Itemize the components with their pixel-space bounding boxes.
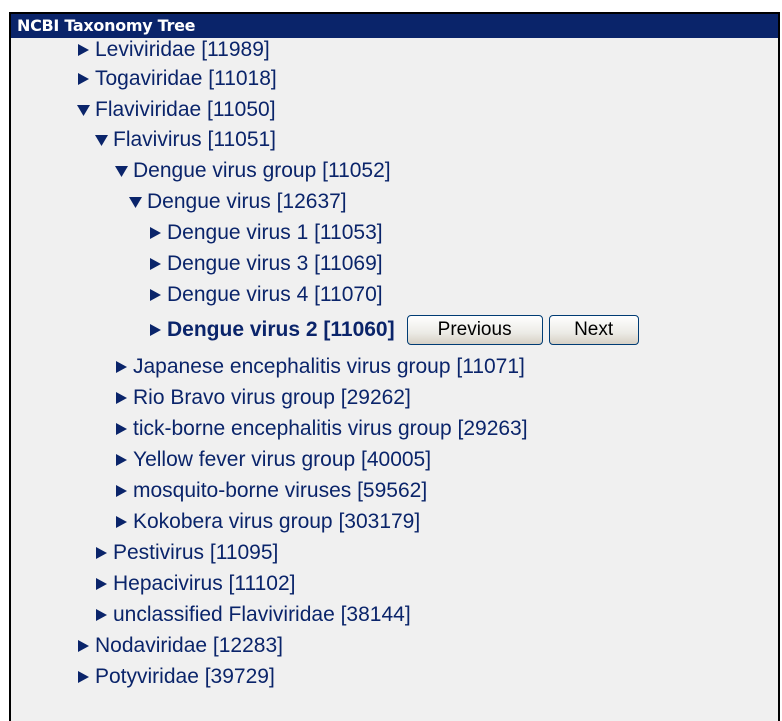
tree-node-potyviridae[interactable]: Potyviridae [39729] [77,661,275,693]
tree-node-leviviridae[interactable]: Leviviridae [11989] [77,34,270,66]
expanded-arrow-icon[interactable] [115,164,128,178]
tree-node-label[interactable]: Japanese encephalitis virus group [11071… [133,351,525,383]
collapsed-arrow-icon[interactable] [77,639,90,653]
tree-node-label[interactable]: Pestivirus [11095] [113,537,278,569]
tree-node-label[interactable]: Togaviridae [11018] [95,63,277,95]
tree-node-japanese-encephalitis-virus-group[interactable]: Japanese encephalitis virus group [11071… [115,351,525,383]
collapsed-arrow-icon[interactable] [149,226,162,240]
tree-node-label[interactable]: Nodaviridae [12283] [95,630,283,662]
collapsed-arrow-icon[interactable] [115,391,128,405]
panel-title-bar: NCBI Taxonomy Tree [11,14,778,38]
tree-node-label[interactable]: Dengue virus group [11052] [133,155,391,187]
collapsed-arrow-icon[interactable] [115,484,128,498]
tree-node-label[interactable]: unclassified Flaviviridae [38144] [113,599,411,631]
tree-node-label[interactable]: Dengue virus 1 [11053] [167,217,383,249]
tree-node-label[interactable]: Leviviridae [11989] [95,34,270,66]
collapsed-arrow-icon[interactable] [77,43,90,57]
tree-node-label[interactable]: Flavivirus [11051] [113,124,276,156]
expanded-arrow-icon[interactable] [77,103,90,117]
taxonomy-tree: Leviviridae [11989] Togaviridae [11018] … [11,14,778,721]
tree-node-togaviridae[interactable]: Togaviridae [11018] [77,63,277,95]
tree-node-label[interactable]: Dengue virus [12637] [147,186,347,218]
expanded-arrow-icon[interactable] [95,133,108,147]
tree-node-label[interactable]: Flaviviridae [11050] [95,94,276,126]
collapsed-arrow-icon[interactable] [77,72,90,86]
collapsed-arrow-icon[interactable] [149,288,162,302]
taxonomy-tree-panel: Leviviridae [11989] Togaviridae [11018] … [9,12,780,721]
tree-node-label[interactable]: Dengue virus 4 [11070] [167,279,383,311]
collapsed-arrow-icon[interactable] [95,608,108,622]
tree-node-label[interactable]: Rio Bravo virus group [29262] [133,382,411,414]
tree-node-kokobera-virus-group[interactable]: Kokobera virus group [303179] [115,506,420,538]
next-button[interactable]: Next [548,315,639,345]
collapsed-arrow-icon[interactable] [115,422,128,436]
tree-node-dengue-virus-group[interactable]: Dengue virus group [11052] [115,155,391,187]
tree-node-dengue-virus-3[interactable]: Dengue virus 3 [11069] [149,248,383,280]
expanded-arrow-icon[interactable] [129,195,142,209]
collapsed-arrow-icon[interactable] [95,577,108,591]
tree-node-rio-bravo-virus-group[interactable]: Rio Bravo virus group [29262] [115,382,411,414]
previous-button[interactable]: Previous [406,315,543,345]
tree-node-dengue-virus-2-current[interactable]: Dengue virus 2 [11060] Previous Next [149,314,639,346]
tree-node-dengue-virus-4[interactable]: Dengue virus 4 [11070] [149,279,383,311]
tree-node-label[interactable]: tick-borne encephalitis virus group [292… [133,413,528,445]
tree-node-dengue-virus[interactable]: Dengue virus [12637] [129,186,347,218]
collapsed-arrow-icon[interactable] [77,670,90,684]
tree-node-label[interactable]: Hepacivirus [11102] [113,568,296,600]
tree-node-label[interactable]: Dengue virus 3 [11069] [167,248,383,280]
tree-node-label[interactable]: mosquito-borne viruses [59562] [133,475,427,507]
collapsed-arrow-icon[interactable] [95,546,108,560]
collapsed-arrow-icon[interactable] [115,453,128,467]
collapsed-arrow-icon[interactable] [149,323,162,337]
tree-node-label[interactable]: Dengue virus 2 [11060] [167,314,395,346]
tree-node-label[interactable]: Yellow fever virus group [40005] [133,444,431,476]
tree-node-unclassified-flaviviridae[interactable]: unclassified Flaviviridae [38144] [95,599,411,631]
tree-node-label[interactable]: Potyviridae [39729] [95,661,275,693]
tree-node-hepacivirus[interactable]: Hepacivirus [11102] [95,568,296,600]
tree-node-dengue-virus-1[interactable]: Dengue virus 1 [11053] [149,217,383,249]
tree-node-pestivirus[interactable]: Pestivirus [11095] [95,537,278,569]
collapsed-arrow-icon[interactable] [149,257,162,271]
tree-node-tick-borne-encephalitis-virus-group[interactable]: tick-borne encephalitis virus group [292… [115,413,528,445]
tree-node-yellow-fever-virus-group[interactable]: Yellow fever virus group [40005] [115,444,431,476]
tree-node-nodaviridae[interactable]: Nodaviridae [12283] [77,630,283,662]
collapsed-arrow-icon[interactable] [115,360,128,374]
tree-node-label[interactable]: Kokobera virus group [303179] [133,506,420,538]
tree-node-mosquito-borne-viruses[interactable]: mosquito-borne viruses [59562] [115,475,427,507]
collapsed-arrow-icon[interactable] [115,515,128,529]
tree-node-flavivirus[interactable]: Flavivirus [11051] [95,124,276,156]
tree-node-flaviviridae[interactable]: Flaviviridae [11050] [77,94,276,126]
